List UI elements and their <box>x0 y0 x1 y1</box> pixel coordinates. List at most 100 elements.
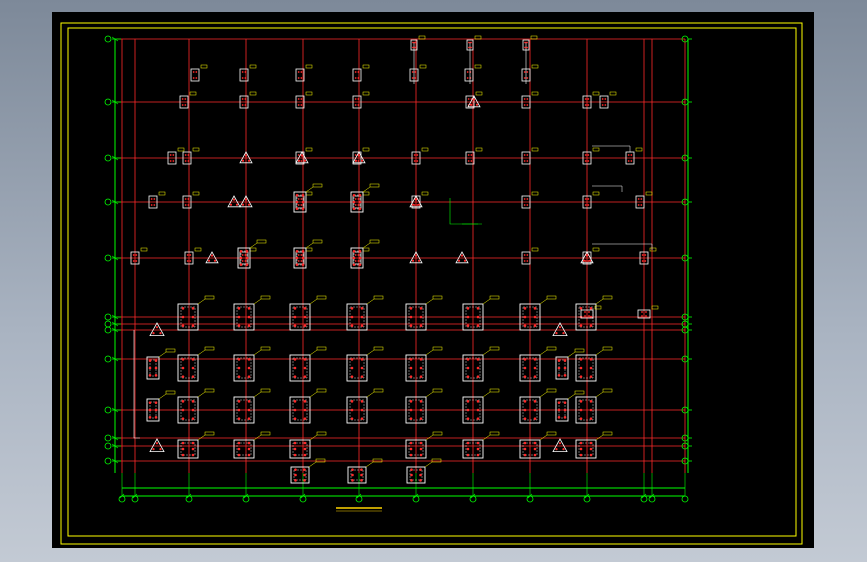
cap-tag <box>432 295 443 300</box>
rebar-dot <box>467 160 470 162</box>
pile-mark <box>419 366 423 370</box>
rebar-dot <box>184 98 187 100</box>
pile-mark <box>360 408 364 412</box>
column-section <box>239 68 249 82</box>
triangular-pile-cap <box>227 195 241 208</box>
rebar-dot <box>297 260 300 262</box>
rebar-dot <box>184 104 187 106</box>
pile-mark <box>303 307 307 310</box>
pile-mark <box>247 375 251 378</box>
column-tag <box>421 191 429 196</box>
axis-bubble-bottom <box>681 495 689 503</box>
axis-bubble-left <box>104 198 112 206</box>
rebar-dot <box>523 254 526 256</box>
cap-tag <box>602 431 613 436</box>
pile-mark <box>589 453 593 457</box>
column-tag <box>475 147 483 152</box>
pile-mark <box>352 194 356 197</box>
triangular-pile-cap <box>149 322 165 337</box>
leader-line <box>249 242 258 249</box>
pile-mark <box>563 366 567 370</box>
pile-mark <box>360 324 364 327</box>
rebar-dot <box>297 77 300 79</box>
leader-line <box>567 351 576 358</box>
pile-mark <box>579 447 583 451</box>
rebar-dot <box>354 198 357 200</box>
pile-mark <box>476 324 480 327</box>
column-tag <box>362 247 370 252</box>
pile-mark <box>247 453 251 457</box>
column-tag <box>530 35 538 40</box>
rebar-dot <box>414 77 417 79</box>
axis-bubble-bottom <box>583 495 591 503</box>
pile-mark <box>237 324 241 327</box>
pile-mark <box>419 479 422 482</box>
rebar-dot <box>169 154 172 156</box>
rebar-dot <box>357 254 360 256</box>
leader-line <box>253 349 262 356</box>
pile-mark <box>533 441 537 445</box>
cad-viewport[interactable] <box>52 12 814 548</box>
column-tag <box>649 247 657 252</box>
pile-mark <box>589 417 593 420</box>
pile-mark <box>159 332 162 335</box>
pile-mark <box>476 441 480 445</box>
cap-tag <box>316 388 327 393</box>
detail-leader <box>592 185 623 192</box>
rebar-dot <box>132 254 135 256</box>
rebar-dot <box>584 204 587 206</box>
cap-tag <box>260 388 271 393</box>
pile-mark <box>155 442 159 445</box>
pile-mark <box>295 263 299 266</box>
pile-mark <box>563 401 567 404</box>
pile-mark <box>213 259 217 262</box>
pile-mark <box>232 198 236 201</box>
rebar-dot <box>466 77 469 79</box>
pile-mark <box>181 417 185 420</box>
pile-mark <box>409 315 413 319</box>
pile-mark <box>154 374 158 377</box>
column-tag <box>531 147 539 152</box>
leader-line <box>482 298 491 305</box>
rebar-dot <box>135 254 138 256</box>
pile-mark <box>148 401 152 404</box>
rebar-dot <box>132 260 135 262</box>
pile-mark <box>237 358 241 361</box>
pile-mark <box>523 366 527 370</box>
pile-mark <box>237 307 241 310</box>
leader-line <box>366 391 375 398</box>
pile-mark <box>533 453 537 457</box>
leader-line <box>309 349 318 356</box>
rebar-dot <box>357 160 360 162</box>
pile-mark <box>351 479 354 482</box>
rebar-dot <box>414 41 416 44</box>
rebar-dot <box>414 71 417 73</box>
pile-mark <box>409 417 413 420</box>
pile-mark <box>297 159 301 162</box>
rebar-dot <box>523 160 526 162</box>
rebar-dot <box>184 198 187 200</box>
pile-mark <box>589 375 593 378</box>
leader-line <box>425 349 434 356</box>
cap-tag <box>489 346 500 351</box>
pile-mark <box>293 315 297 319</box>
rebar-dot <box>300 160 303 162</box>
axis-bubble-bottom <box>131 495 139 503</box>
pile-mark <box>533 307 537 310</box>
pile-mark <box>466 307 470 310</box>
column-tag <box>305 147 313 152</box>
pile-mark <box>476 447 480 451</box>
pile-mark <box>555 332 558 335</box>
pile-mark <box>350 400 354 403</box>
axis-bubble-bottom <box>118 495 126 503</box>
pile-mark <box>358 207 362 210</box>
leader-line <box>197 349 206 356</box>
pile-mark <box>419 447 423 451</box>
axis-bubble-bottom <box>469 495 477 503</box>
pile-mark <box>409 447 413 451</box>
pile-mark <box>409 375 413 378</box>
leader-line <box>595 349 604 356</box>
rebar-dot <box>637 204 640 206</box>
column-section <box>464 68 474 82</box>
rebar-dot <box>523 154 526 156</box>
